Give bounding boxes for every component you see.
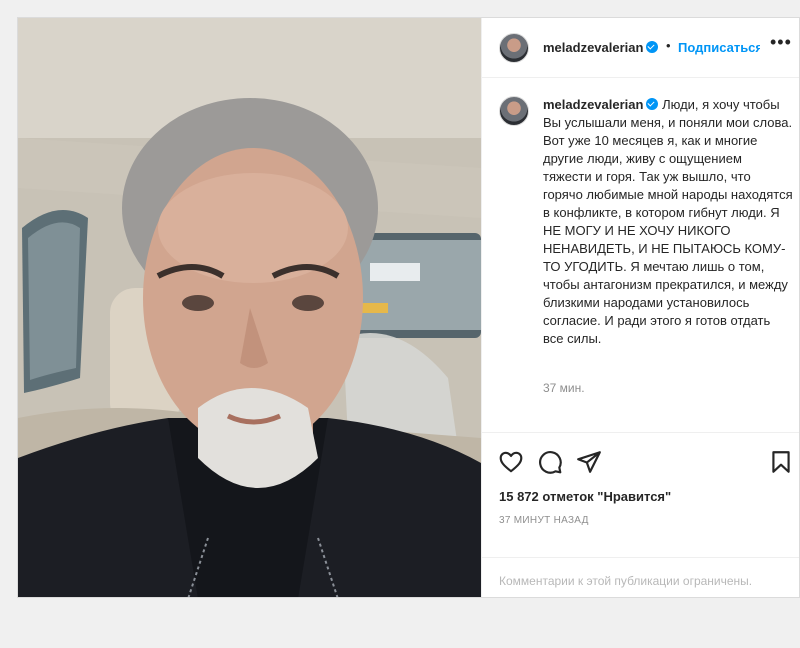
bookmark-icon[interactable] (768, 449, 794, 475)
author-avatar[interactable] (499, 33, 529, 63)
verified-badge-icon (646, 41, 659, 53)
post-sidebar: meladzevalerian • Подписаться ••• meladz… (481, 18, 799, 597)
comment-icon[interactable] (537, 449, 563, 475)
follow-button[interactable]: Подписаться (678, 40, 760, 55)
post-card: meladzevalerian • Подписаться ••• meladz… (17, 17, 800, 598)
post-header: meladzevalerian • Подписаться ••• (482, 18, 799, 78)
comments-restricted-notice: Комментарии к этой публикации ограничены… (499, 574, 753, 588)
post-caption: meladzevalerian Люди, я хочу чтобы Вы ус… (543, 96, 793, 348)
caption-timestamp[interactable]: 37 мин. (543, 381, 585, 395)
more-options-icon[interactable]: ••• (770, 32, 792, 53)
author-username-text[interactable]: meladzevalerian (543, 40, 643, 55)
separator-dot: • (666, 38, 671, 53)
heart-icon[interactable] (498, 449, 524, 475)
caption-section: meladzevalerian Люди, я хочу чтобы Вы ус… (482, 78, 799, 432)
author-username[interactable]: meladzevalerian (543, 40, 659, 55)
post-actions: 15 872 отметок "Нравится" 37 МИНУТ НАЗАД… (482, 432, 799, 597)
selfie-photo-illustration (18, 18, 481, 597)
share-icon[interactable] (576, 449, 602, 475)
caption-author-avatar[interactable] (499, 96, 529, 126)
post-photo[interactable] (18, 18, 481, 597)
caption-username[interactable]: meladzevalerian (543, 97, 643, 112)
post-timestamp[interactable]: 37 МИНУТ НАЗАД (499, 515, 589, 526)
likes-count[interactable]: 15 872 отметок "Нравится" (499, 489, 671, 504)
comments-area: Комментарии к этой публикации ограничены… (482, 557, 799, 597)
caption-text: Люди, я хочу чтобы Вы услышали меня, и п… (543, 97, 793, 346)
verified-badge-icon (646, 98, 659, 110)
